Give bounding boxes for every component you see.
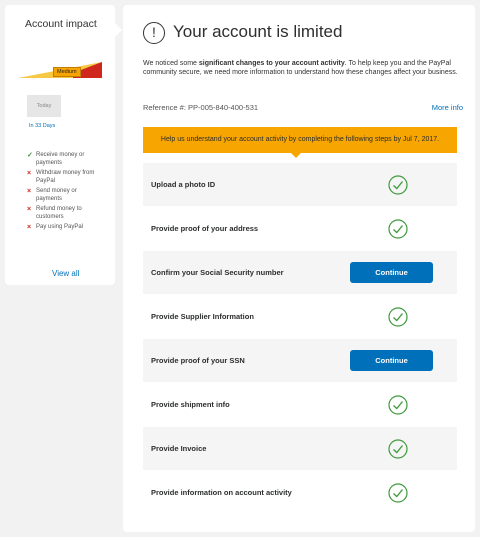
step-row: Provide proof of your SSN Continue bbox=[143, 339, 457, 383]
impact-item: × Send money or payments bbox=[27, 188, 77, 202]
step-row: Upload a photo ID bbox=[143, 163, 457, 207]
step-label: Upload a photo ID bbox=[151, 180, 216, 189]
step-label: Provide Supplier Information bbox=[151, 312, 254, 321]
check-circle-icon bbox=[388, 483, 408, 503]
view-all-link[interactable]: View all bbox=[52, 269, 79, 278]
x-mark-icon: × bbox=[27, 206, 32, 213]
continue-button-ssn-confirm[interactable]: Continue bbox=[350, 262, 433, 283]
step-row: Provide information on account activity bbox=[143, 471, 457, 515]
deadline-banner: Help us understand your account activity… bbox=[143, 127, 457, 153]
sidebar-pointer bbox=[115, 23, 122, 37]
impact-item: × Refund money to customers bbox=[27, 206, 82, 220]
step-row: Provide proof of your address bbox=[143, 207, 457, 251]
steps-list: Upload a photo ID Provide proof of your … bbox=[143, 163, 457, 515]
account-impact-title: Account impact bbox=[25, 18, 97, 30]
days-remaining-link[interactable]: In 33 Days bbox=[29, 123, 55, 129]
check-circle-icon bbox=[388, 395, 408, 415]
account-impact-panel: Account impact Medium Today In 33 Days ✓… bbox=[5, 5, 122, 285]
impact-item: ✓ Receive money or payments bbox=[27, 152, 85, 166]
check-mark-icon: ✓ bbox=[27, 152, 33, 159]
step-label: Provide proof of your SSN bbox=[151, 356, 245, 365]
page-title: Your account is limited bbox=[173, 22, 343, 41]
impact-list: ✓ Receive money or payments × Withdraw mon… bbox=[27, 152, 102, 235]
continue-button-ssn-proof[interactable]: Continue bbox=[350, 350, 433, 371]
impact-level-badge: Medium bbox=[53, 67, 81, 77]
step-label: Confirm your Social Security number bbox=[151, 268, 284, 277]
step-label: Provide shipment info bbox=[151, 400, 230, 409]
step-row: Provide Invoice bbox=[143, 427, 457, 471]
step-row: Provide shipment info bbox=[143, 383, 457, 427]
check-circle-icon bbox=[388, 219, 408, 239]
today-marker: Today bbox=[27, 95, 61, 117]
x-mark-icon: × bbox=[27, 224, 32, 231]
notice-text: We noticed some significant changes to y… bbox=[143, 60, 458, 76]
step-label: Provide information on account activity bbox=[151, 488, 292, 497]
more-info-link[interactable]: More info bbox=[432, 103, 463, 112]
step-label: Provide Invoice bbox=[151, 444, 207, 453]
impact-item: × Pay using PayPal bbox=[27, 224, 84, 231]
x-mark-icon: × bbox=[27, 188, 32, 195]
step-row: Provide Supplier Information bbox=[143, 295, 457, 339]
check-circle-icon bbox=[388, 175, 408, 195]
account-limited-panel: ! Your account is limited We noticed som… bbox=[123, 5, 475, 532]
check-circle-icon bbox=[388, 307, 408, 327]
banner-pointer bbox=[291, 153, 301, 158]
impact-item: × Withdraw money from PayPal bbox=[27, 170, 95, 184]
reference-number: Reference #: PP-005-840-400-531 bbox=[143, 103, 259, 112]
step-row: Confirm your Social Security number Cont… bbox=[143, 251, 457, 295]
alert-icon: ! bbox=[143, 22, 165, 44]
check-circle-icon bbox=[388, 439, 408, 459]
x-mark-icon: × bbox=[27, 170, 32, 177]
step-label: Provide proof of your address bbox=[151, 224, 259, 233]
